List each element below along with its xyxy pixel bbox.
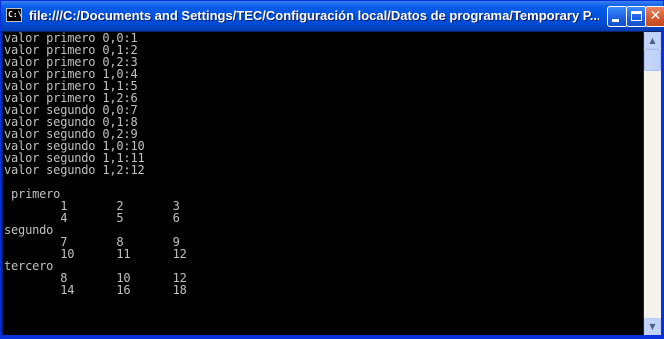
minimize-icon <box>612 19 619 22</box>
console-line: 14 16 18 <box>4 283 187 297</box>
console-output[interactable]: valor primero 0,0:1 valor primero 0,1:2 va… <box>3 32 643 335</box>
close-button[interactable]: ✕ <box>645 6 664 27</box>
maximize-button[interactable] <box>626 6 647 27</box>
scroll-up-button[interactable]: ▲ <box>644 32 661 49</box>
window-border-bottom <box>1 335 663 339</box>
close-icon: ✕ <box>649 8 662 24</box>
minimize-button[interactable] <box>607 6 628 27</box>
title-bar[interactable]: C:\ file:///C:/Documents and Settings/TE… <box>1 1 664 31</box>
scroll-thumb[interactable] <box>644 49 661 71</box>
console-text: valor primero 0,0:1 valor primero 0,1:2 va… <box>3 32 643 296</box>
console-line: 10 11 12 <box>4 247 187 261</box>
console-line: valor segundo 1,2:12 <box>4 163 145 177</box>
console-line: 4 5 6 <box>4 211 180 225</box>
scroll-down-button[interactable]: ▼ <box>644 318 661 335</box>
vertical-scrollbar[interactable]: ▲ ▼ <box>644 32 661 335</box>
console-window: C:\ file:///C:/Documents and Settings/TE… <box>0 0 664 339</box>
window-title: file:///C:/Documents and Settings/TEC/Co… <box>29 8 599 23</box>
console-app-icon[interactable]: C:\ <box>6 8 22 22</box>
maximize-icon <box>631 11 642 21</box>
